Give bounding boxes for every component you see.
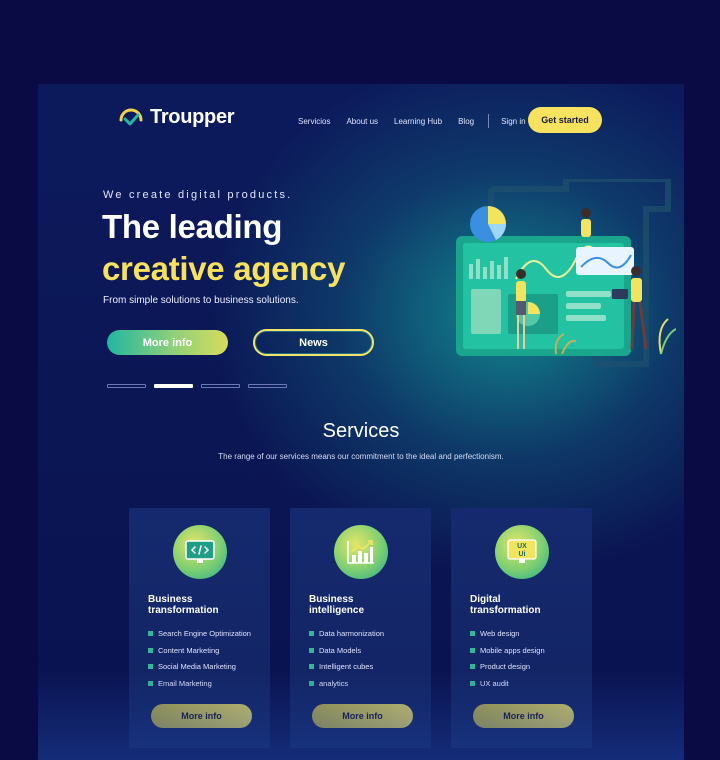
- logo-text: Troupper: [150, 106, 235, 128]
- nav-item-blog[interactable]: Blog: [458, 117, 474, 126]
- slider-dot-1[interactable]: [107, 384, 146, 388]
- card-title-line1: Digital: [470, 594, 501, 605]
- card-more-info-button[interactable]: More info: [312, 704, 413, 728]
- nav-item-learning-hub[interactable]: Learning Hub: [394, 117, 442, 126]
- hero-title-line2: creative agency: [102, 250, 346, 287]
- hero-news-button[interactable]: News: [253, 329, 374, 356]
- slider-indicators: [107, 384, 287, 388]
- list-item: Email Marketing: [148, 675, 251, 692]
- card-title-line2: transformation: [470, 605, 541, 616]
- card-title-line2: intelligence: [309, 605, 365, 616]
- list-item: Product design: [470, 658, 545, 675]
- logo[interactable]: Troupper: [118, 106, 235, 129]
- card-title: Business intelligence: [309, 594, 424, 616]
- nav-divider: [488, 114, 490, 128]
- card-feature-list: Web design Mobile apps design Product de…: [470, 625, 545, 692]
- list-item: Intelligent cubes: [309, 658, 384, 675]
- card-title: Business transformation: [148, 594, 263, 616]
- svg-text:UX: UX: [517, 543, 527, 550]
- card-feature-list: Data harmonization Data Models Intellige…: [309, 625, 384, 692]
- service-card-business-transformation: Business transformation Search Engine Op…: [129, 508, 270, 748]
- list-item: Search Engine Optimization: [148, 625, 251, 642]
- service-card-digital-transformation: UX Ui Digital transformation Web design …: [451, 508, 592, 748]
- list-item: Content Marketing: [148, 642, 251, 659]
- list-item: Data harmonization: [309, 625, 384, 642]
- services-subtitle: The range of our services means our comm…: [218, 452, 504, 461]
- card-title: Digital transformation: [470, 594, 585, 616]
- card-feature-list: Search Engine Optimization Content Marke…: [148, 625, 251, 692]
- hero-illustration: [456, 179, 676, 367]
- hero-more-info-button[interactable]: More info: [107, 330, 228, 355]
- code-monitor-icon: [173, 525, 227, 579]
- nav-item-servicios[interactable]: Servicios: [298, 117, 330, 126]
- list-item: Web design: [470, 625, 545, 642]
- nav-item-about-us[interactable]: About us: [346, 117, 378, 126]
- service-card-business-intelligence: Business intelligence Data harmonization…: [290, 508, 431, 748]
- list-item: UX audit: [470, 675, 545, 692]
- logo-check-icon: [119, 108, 143, 125]
- svg-text:Ui: Ui: [519, 551, 526, 558]
- card-title-line1: Business: [309, 594, 354, 605]
- hero-subtitle: From simple solutions to business soluti…: [103, 295, 299, 306]
- list-item: Data Models: [309, 642, 384, 659]
- slider-dot-2[interactable]: [154, 384, 193, 388]
- card-more-info-button[interactable]: More info: [473, 704, 574, 728]
- growth-chart-icon: [334, 525, 388, 579]
- card-more-info-button[interactable]: More info: [151, 704, 252, 728]
- slider-dot-3[interactable]: [201, 384, 240, 388]
- services-title: Services: [322, 420, 400, 442]
- main-nav: Servicios About us Learning Hub Blog Sig…: [298, 114, 542, 128]
- slider-dot-4[interactable]: [248, 384, 287, 388]
- ux-ui-monitor-icon: UX Ui: [495, 525, 549, 579]
- hero-title-line1: The leading: [102, 208, 283, 245]
- list-item: analytics: [309, 675, 384, 692]
- landing-page: Troupper Servicios About us Learning Hub…: [38, 84, 684, 760]
- get-started-button[interactable]: Get started: [528, 107, 602, 133]
- list-item: Mobile apps design: [470, 642, 545, 659]
- hero-tagline: We create digital products.: [103, 189, 293, 201]
- card-title-line1: Business: [148, 594, 193, 605]
- list-item: Social Media Marketing: [148, 658, 251, 675]
- card-title-line2: transformation: [148, 605, 219, 616]
- sign-in-link[interactable]: Sign in: [501, 117, 525, 126]
